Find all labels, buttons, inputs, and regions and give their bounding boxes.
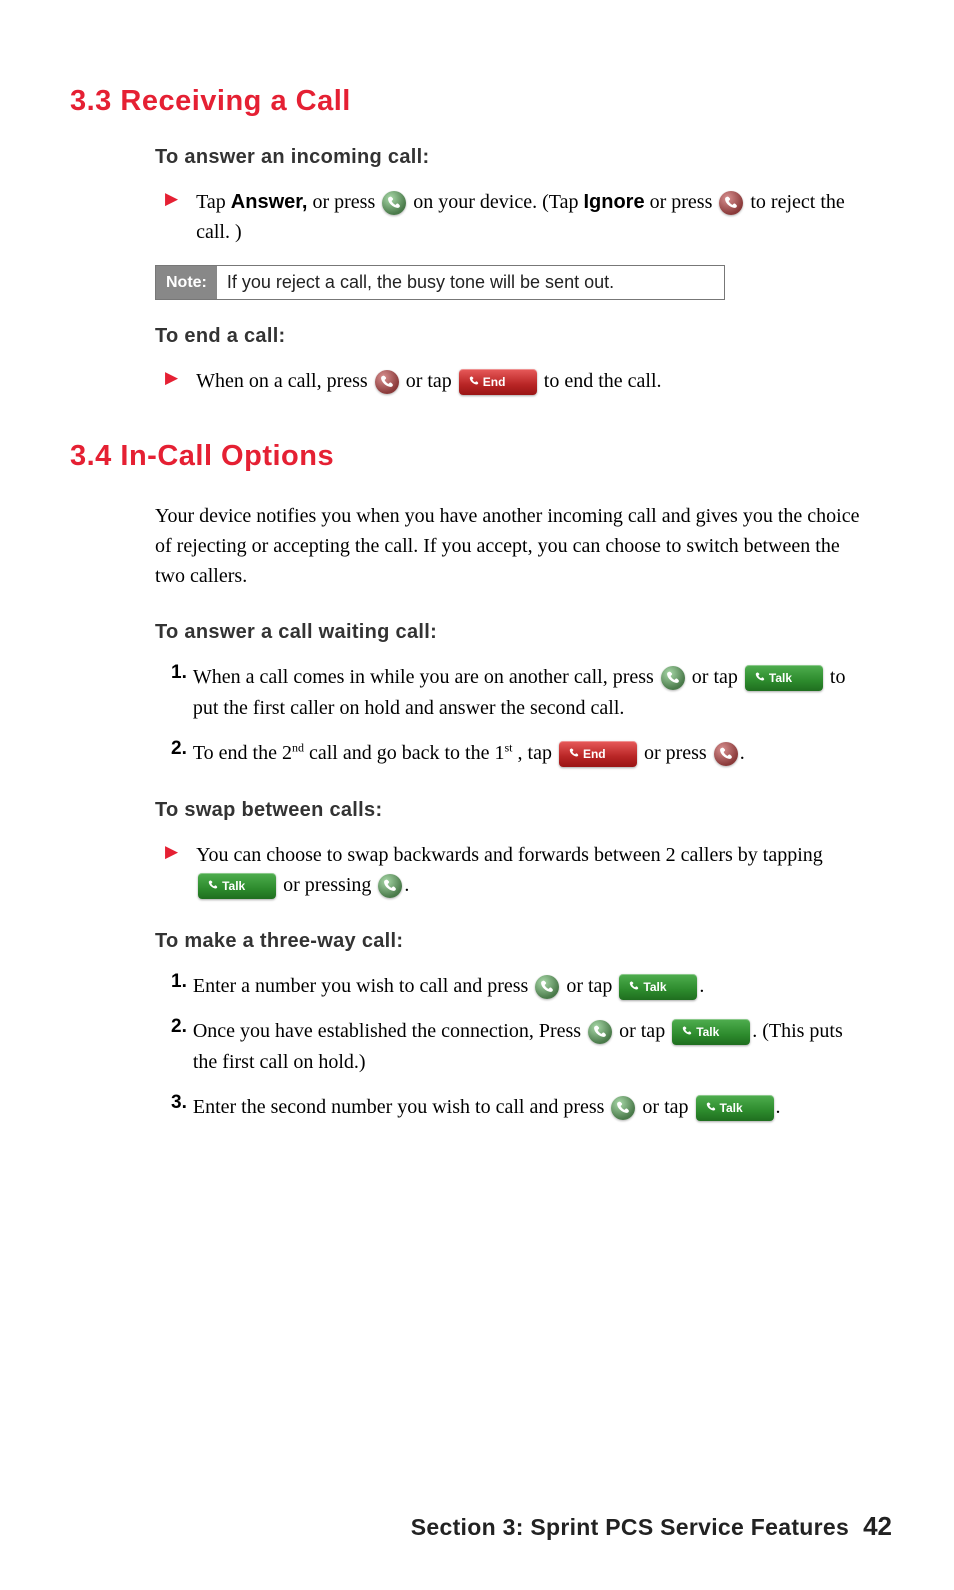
note-box: Note: If you reject a call, the busy ton… bbox=[155, 265, 725, 300]
end-hardkey-icon bbox=[375, 370, 399, 394]
bullet-answer-incoming: ▶ Tap Answer, or press on your device. (… bbox=[165, 187, 864, 247]
step-2-call-waiting: 2. To end the 2nd call and go back to th… bbox=[171, 738, 864, 769]
talk-hardkey-icon bbox=[382, 191, 406, 215]
sub-heading-threeway: To make a three-way call: bbox=[155, 930, 864, 953]
section-heading-3-3: 3.3 Receiving a Call bbox=[70, 85, 864, 118]
step-3-threeway: 3. Enter the second number you wish to c… bbox=[171, 1092, 864, 1123]
talk-hardkey-icon bbox=[588, 1020, 612, 1044]
talk-softkey-button: Talk bbox=[696, 1095, 774, 1121]
talk-hardkey-icon bbox=[535, 975, 559, 999]
step-1-threeway: 1. Enter a number you wish to call and p… bbox=[171, 971, 864, 1002]
end-softkey-button: End bbox=[459, 369, 537, 395]
talk-softkey-button: Talk bbox=[672, 1019, 750, 1045]
triangle-bullet-icon: ▶ bbox=[165, 189, 178, 209]
step-1-call-waiting: 1. When a call comes in while you are on… bbox=[171, 662, 864, 724]
talk-softkey-button: Talk bbox=[619, 974, 697, 1000]
talk-hardkey-icon bbox=[661, 666, 685, 690]
note-label: Note: bbox=[156, 266, 217, 299]
sub-heading-swap-calls: To swap between calls: bbox=[155, 799, 864, 822]
sub-heading-answer-incoming: To answer an incoming call: bbox=[155, 146, 864, 169]
talk-softkey-button: Talk bbox=[198, 873, 276, 899]
end-hardkey-icon bbox=[714, 742, 738, 766]
bullet-swap-calls: ▶ You can choose to swap backwards and f… bbox=[165, 840, 864, 900]
page-number: 42 bbox=[863, 1511, 892, 1542]
bullet-end-call: ▶ When on a call, press or tap End to en… bbox=[165, 366, 864, 396]
end-softkey-button: End bbox=[559, 741, 637, 767]
footer-section-title: Section 3: Sprint PCS Service Features bbox=[411, 1514, 849, 1541]
triangle-bullet-icon: ▶ bbox=[165, 842, 178, 862]
triangle-bullet-icon: ▶ bbox=[165, 368, 178, 388]
sub-heading-end-call: To end a call: bbox=[155, 325, 864, 348]
step-2-threeway: 2. Once you have established the connect… bbox=[171, 1016, 864, 1078]
section-heading-3-4: 3.4 In-Call Options bbox=[70, 440, 864, 473]
note-text: If you reject a call, the busy tone will… bbox=[217, 266, 624, 299]
end-hardkey-icon bbox=[719, 191, 743, 215]
page-footer: Section 3: Sprint PCS Service Features 4… bbox=[411, 1511, 892, 1542]
talk-hardkey-icon bbox=[611, 1096, 635, 1120]
talk-hardkey-icon bbox=[378, 874, 402, 898]
intro-paragraph: Your device notifies you when you have a… bbox=[155, 501, 864, 591]
sub-heading-call-waiting: To answer a call waiting call: bbox=[155, 621, 864, 644]
talk-softkey-button: Talk bbox=[745, 665, 823, 691]
